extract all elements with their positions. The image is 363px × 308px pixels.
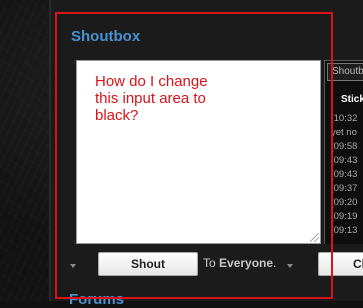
message-item: [09:43 (331, 169, 358, 180)
message-item: [10:32 (331, 113, 358, 124)
recipient-suffix: . (273, 256, 277, 270)
shoutbox-select[interactable]: Shoutb (327, 63, 363, 81)
annotation-text: How do I change this input area to black… (95, 73, 208, 124)
chevron-down-icon[interactable] (287, 264, 293, 268)
message-item: yet no (331, 127, 357, 138)
chevron-down-icon[interactable] (70, 264, 76, 268)
shoutbox-title: Shoutbox (71, 28, 141, 45)
resize-grip-icon[interactable] (310, 233, 319, 242)
shout-input-area[interactable]: How do I change this input area to black… (76, 60, 321, 244)
message-item: [09:19 (331, 211, 358, 222)
message-item: [09:13 (331, 225, 358, 236)
recipient-selector[interactable]: To Everyone. (203, 256, 276, 270)
message-item: [09:58 (331, 141, 358, 152)
shout-button[interactable]: Shout (98, 252, 198, 276)
message-list: [10:32 yet no [09:58 [09:43 [09:43 [09:3… (331, 112, 357, 238)
recipient-target: Everyone (219, 256, 274, 270)
forums-title: Forums (69, 291, 125, 308)
clear-button[interactable]: Cl (318, 252, 363, 276)
recipient-prefix: To (203, 256, 220, 270)
message-item: [09:20 (331, 197, 358, 208)
sticky-label: Stick (341, 94, 363, 105)
message-item: [09:37 (331, 183, 358, 194)
message-item: [09:43 (331, 155, 358, 166)
shout-messages-panel[interactable]: Shoutb Stick [10:32 yet no [09:58 [09:43… (324, 60, 363, 244)
